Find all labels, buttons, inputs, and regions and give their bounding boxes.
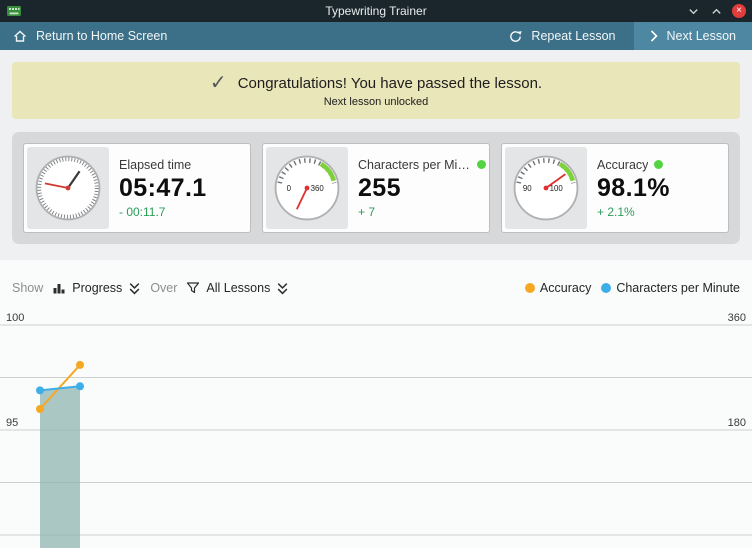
close-button[interactable]: × bbox=[732, 4, 746, 18]
accuracy-gauge-icon: 90 100 bbox=[505, 147, 587, 229]
legend-item-cpm: Characters per Minute bbox=[601, 281, 740, 295]
return-home-label: Return to Home Screen bbox=[36, 29, 167, 43]
chevron-down-icon bbox=[688, 6, 699, 17]
lessons-filter-label: All Lessons bbox=[206, 281, 270, 295]
stat-label: Accuracy bbox=[597, 158, 648, 172]
filter-icon bbox=[186, 281, 200, 295]
repeat-lesson-label: Repeat Lesson bbox=[531, 29, 615, 43]
progress-chart-svg: 100 95 360 180 bbox=[0, 310, 752, 548]
progress-chart: 100 95 360 180 bbox=[0, 310, 752, 548]
gauge-max-label: 100 bbox=[550, 184, 564, 193]
next-lesson-button[interactable]: Next Lesson bbox=[634, 22, 752, 50]
gauge-min-label: 90 bbox=[523, 184, 532, 193]
return-home-button[interactable]: Return to Home Screen bbox=[0, 22, 179, 50]
svg-text:95: 95 bbox=[6, 417, 18, 429]
home-icon bbox=[12, 28, 28, 44]
lessons-filter-dropdown[interactable]: All Lessons bbox=[186, 281, 289, 295]
double-chevron-down-icon bbox=[276, 282, 289, 295]
over-label: Over bbox=[150, 281, 177, 295]
accuracy-legend-dot-icon bbox=[525, 283, 535, 293]
minimize-button[interactable] bbox=[686, 4, 700, 18]
status-dot bbox=[477, 160, 486, 169]
stat-card-cpm: 0 360 Characters per Min… 255 + 7 bbox=[262, 143, 490, 233]
repeat-icon bbox=[508, 29, 523, 44]
legend-label: Characters per Minute bbox=[616, 281, 740, 295]
repeat-lesson-button[interactable]: Repeat Lesson bbox=[490, 22, 633, 50]
clock-gauge-icon bbox=[27, 147, 109, 229]
nav-spacer bbox=[179, 22, 490, 50]
stat-value: 98.1% bbox=[597, 174, 670, 203]
stat-label: Characters per Min… bbox=[358, 158, 471, 172]
stat-delta: - 00:11.7 bbox=[119, 205, 207, 219]
titlebar: Typewriting Trainer × bbox=[0, 0, 752, 22]
stat-delta: + 7 bbox=[358, 205, 486, 219]
gauge-min-label: 0 bbox=[287, 184, 292, 193]
status-dot bbox=[654, 160, 663, 169]
app-icon bbox=[6, 3, 22, 19]
chart-legend: Accuracy Characters per Minute bbox=[525, 281, 740, 295]
graph-toolbar: Show Progress Over All Lessons bbox=[12, 276, 740, 300]
svg-text:360: 360 bbox=[728, 312, 746, 324]
show-label: Show bbox=[12, 281, 43, 295]
app-window: Typewriting Trainer × Return to Home Scr… bbox=[0, 0, 752, 548]
stat-card-elapsed-time: Elapsed time 05:47.1 - 00:11.7 bbox=[23, 143, 251, 233]
next-lesson-label: Next Lesson bbox=[667, 29, 736, 43]
progress-dropdown-label: Progress bbox=[72, 281, 122, 295]
progress-dropdown[interactable]: Progress bbox=[52, 281, 141, 295]
banner-title: Congratulations! You have passed the les… bbox=[238, 75, 542, 92]
banner-subtitle: Next lesson unlocked bbox=[324, 96, 429, 108]
stat-card-accuracy: 90 100 Accuracy 98.1% + 2.1% bbox=[501, 143, 729, 233]
stat-label: Elapsed time bbox=[119, 158, 191, 172]
stat-delta: + 2.1% bbox=[597, 205, 670, 219]
gauge-max-label: 360 bbox=[311, 184, 325, 193]
stats-tray: Elapsed time 05:47.1 - 00:11.7 0 360 bbox=[12, 132, 740, 244]
bar-chart-icon bbox=[52, 281, 66, 295]
legend-item-accuracy: Accuracy bbox=[525, 281, 591, 295]
stat-value: 05:47.1 bbox=[119, 174, 207, 203]
navbar: Return to Home Screen Repeat Lesson Next… bbox=[0, 22, 752, 50]
double-chevron-down-icon bbox=[128, 282, 141, 295]
window-title: Typewriting Trainer bbox=[0, 4, 752, 18]
cpm-legend-dot-icon bbox=[601, 283, 611, 293]
maximize-button[interactable] bbox=[709, 4, 723, 18]
next-icon bbox=[650, 30, 658, 42]
check-icon: ✓ bbox=[210, 73, 227, 93]
svg-text:100: 100 bbox=[6, 312, 24, 324]
stat-value: 255 bbox=[358, 174, 486, 203]
chevron-up-icon bbox=[711, 6, 722, 17]
svg-text:180: 180 bbox=[728, 417, 746, 429]
close-icon: × bbox=[736, 4, 742, 18]
congrats-banner: ✓ Congratulations! You have passed the l… bbox=[12, 62, 740, 119]
speed-gauge-icon: 0 360 bbox=[266, 147, 348, 229]
legend-label: Accuracy bbox=[540, 281, 591, 295]
